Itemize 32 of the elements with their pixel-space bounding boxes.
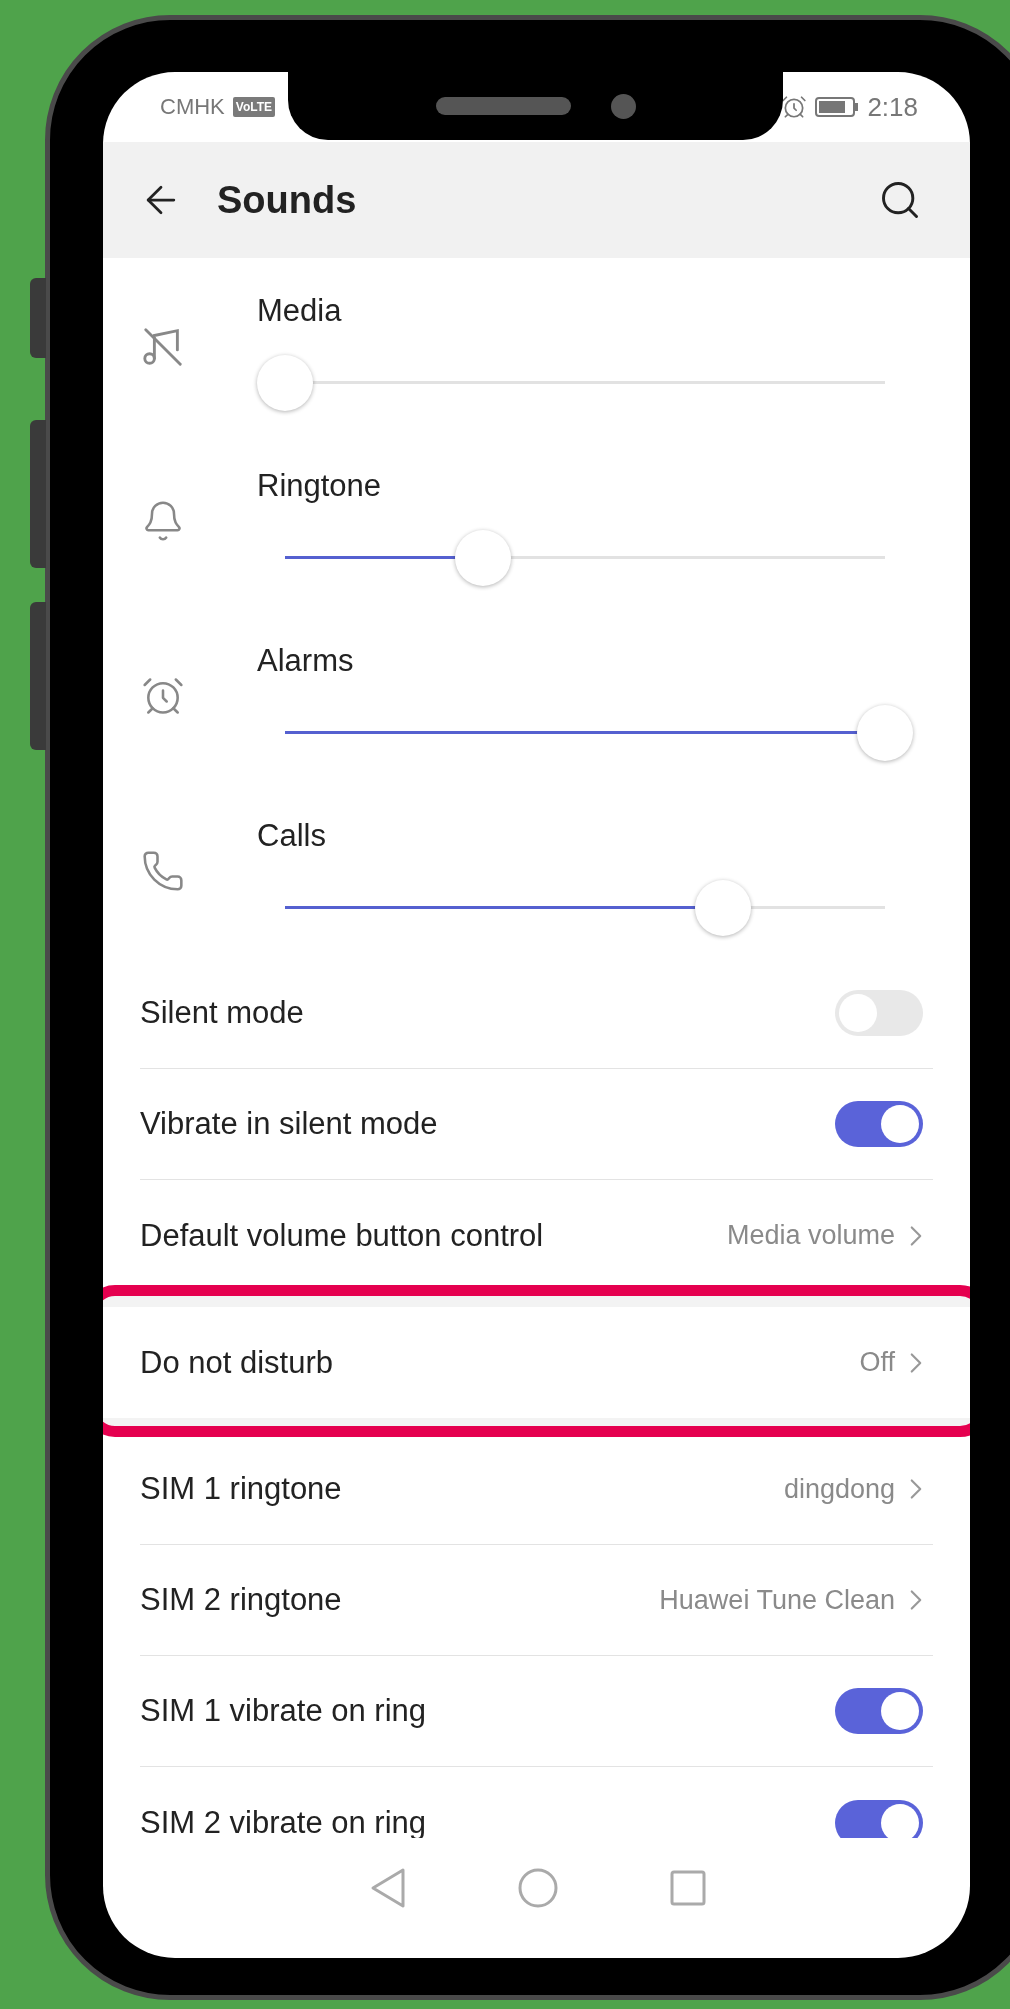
slider-thumb[interactable] <box>257 355 313 411</box>
network-badge: VoLTE <box>232 97 275 117</box>
setting-value: Off <box>859 1347 895 1378</box>
home-nav-button[interactable] <box>516 1867 559 1909</box>
slider-label: Media <box>257 293 343 329</box>
setting-label: Do not disturb <box>140 1344 334 1381</box>
toggle-switch[interactable] <box>835 1688 923 1734</box>
battery-icon <box>815 96 860 118</box>
page-title: Sounds <box>217 178 358 222</box>
setting-value: dingdong <box>783 1473 895 1505</box>
setting-label: SIM 1 ringtone <box>140 1471 343 1507</box>
alarm-clock-icon <box>781 94 808 120</box>
slider-thumb[interactable] <box>695 880 751 936</box>
slider-label: Alarms <box>257 643 355 679</box>
carrier-name: CMHK <box>160 94 225 120</box>
camera-dot <box>610 93 636 119</box>
slider-thumb[interactable] <box>455 530 511 586</box>
slider-label: Calls <box>257 818 327 854</box>
slider-thumb[interactable] <box>857 705 913 761</box>
setting-label: SIM 1 vibrate on ring <box>140 1693 428 1729</box>
setting-label: SIM 2 ringtone <box>140 1582 343 1618</box>
toggle-switch[interactable] <box>835 1101 923 1147</box>
recents-nav-button[interactable] <box>668 1869 707 1907</box>
phone-icon <box>141 849 185 893</box>
setting-label: Vibrate in silent mode <box>140 1106 439 1142</box>
setting-label: Silent mode <box>140 995 305 1031</box>
toggle-switch[interactable] <box>835 1799 923 1838</box>
setting-label: Default volume button control <box>140 1217 545 1254</box>
setting-value: Huawei Tune Clean <box>659 1584 895 1616</box>
setting-value: Media volume <box>726 1220 895 1251</box>
slider-label: Ringtone <box>257 468 383 504</box>
status-time: 2:18 <box>867 91 918 123</box>
